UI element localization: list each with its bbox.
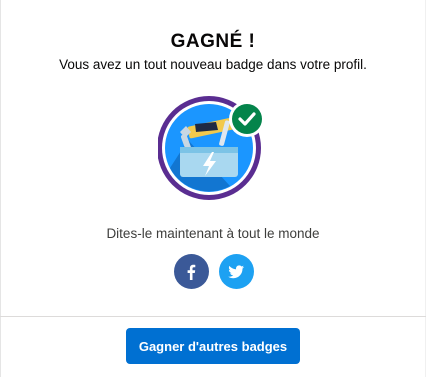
- social-share-group: [0, 254, 426, 289]
- share-prompt: Dites-le maintenant à tout le monde: [106, 226, 320, 241]
- footer-divider: [0, 316, 426, 317]
- toolbox-badge-icon: [158, 92, 268, 202]
- badge-earned-modal: GAGNÉ ! Vous avez un tout nouveau badge …: [0, 0, 426, 377]
- earn-more-badges-button[interactable]: Gagner d'autres badges: [126, 328, 300, 364]
- modal-title: GAGNÉ !: [170, 31, 256, 52]
- twitter-icon: [228, 264, 244, 278]
- facebook-icon: [187, 264, 196, 280]
- twitter-share-button[interactable]: [218, 254, 254, 289]
- facebook-share-button[interactable]: [173, 254, 209, 289]
- modal-subtitle: Vous avez un tout nouveau badge dans vot…: [59, 57, 367, 72]
